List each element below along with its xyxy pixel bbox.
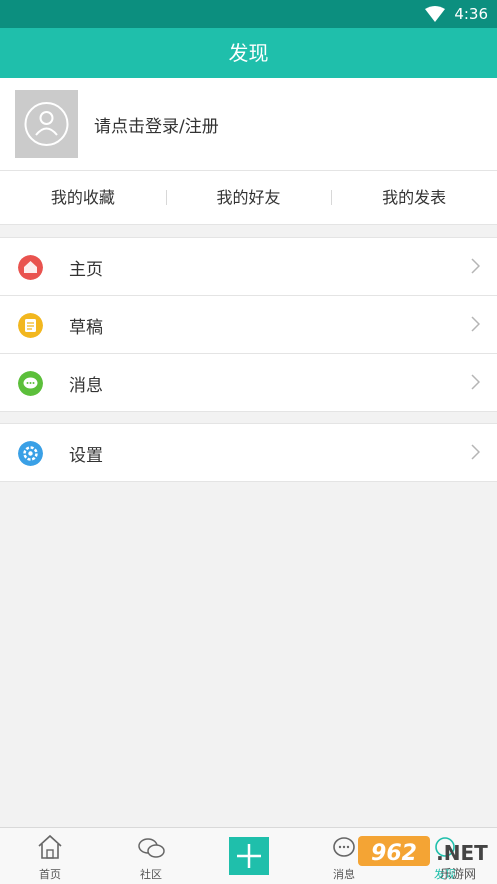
message-icon (18, 371, 43, 396)
menu-label: 草稿 (69, 318, 103, 338)
add-icon (237, 844, 261, 868)
menu-item-settings[interactable]: 设置 (0, 424, 497, 482)
menu-item-drafts[interactable]: 草稿 (0, 296, 497, 354)
home-outline-icon (38, 834, 62, 859)
avatar[interactable] (15, 90, 78, 158)
user-icon (24, 102, 69, 146)
profile-tabs: 我的收藏 我的好友 我的发表 (0, 171, 497, 225)
tab-friends[interactable]: 我的好友 (165, 171, 332, 224)
nav-community[interactable]: 社区 (121, 828, 181, 881)
chevron-right-icon (471, 258, 480, 274)
menu-label: 设置 (69, 446, 103, 466)
chevron-right-icon (471, 374, 480, 390)
status-bar: 4:36 (0, 0, 497, 28)
settings-icon (18, 441, 43, 466)
community-icon (138, 838, 165, 858)
nav-home[interactable]: 首页 (20, 828, 80, 881)
menu-label: 消息 (69, 376, 103, 396)
svg-text:.NET: .NET (436, 841, 488, 865)
menu-item-messages[interactable]: 消息 (0, 354, 497, 412)
menu-group-main: 主页 草稿 消息 (0, 237, 497, 412)
add-button[interactable] (229, 837, 269, 875)
chevron-right-icon (471, 444, 480, 460)
watermark-logo: 962 .NET 乐游网 (358, 832, 493, 881)
menu-label: 主页 (69, 260, 103, 280)
login-prompt[interactable]: 请点击登录/注册 (94, 112, 219, 137)
watermark-graphic: 962 .NET 乐游网 (358, 836, 488, 881)
tab-favorites[interactable]: 我的收藏 (0, 171, 166, 224)
home-icon (18, 255, 43, 280)
wifi-icon (425, 6, 445, 22)
title-bar: 发现 (0, 28, 497, 78)
status-time: 4:36 (454, 5, 488, 23)
page-title: 发现 (228, 41, 269, 65)
draft-icon (18, 313, 43, 338)
profile-section[interactable]: 请点击登录/注册 (0, 78, 497, 171)
svg-text:乐游网: 乐游网 (440, 867, 476, 880)
nav-label: 首页 (39, 868, 61, 881)
tab-posts[interactable]: 我的发表 (331, 171, 497, 224)
menu-group-settings: 设置 (0, 423, 497, 482)
menu-item-home[interactable]: 主页 (0, 238, 497, 296)
svg-text:962: 962 (371, 841, 417, 866)
nav-label: 社区 (140, 868, 162, 881)
chevron-right-icon (471, 316, 480, 332)
